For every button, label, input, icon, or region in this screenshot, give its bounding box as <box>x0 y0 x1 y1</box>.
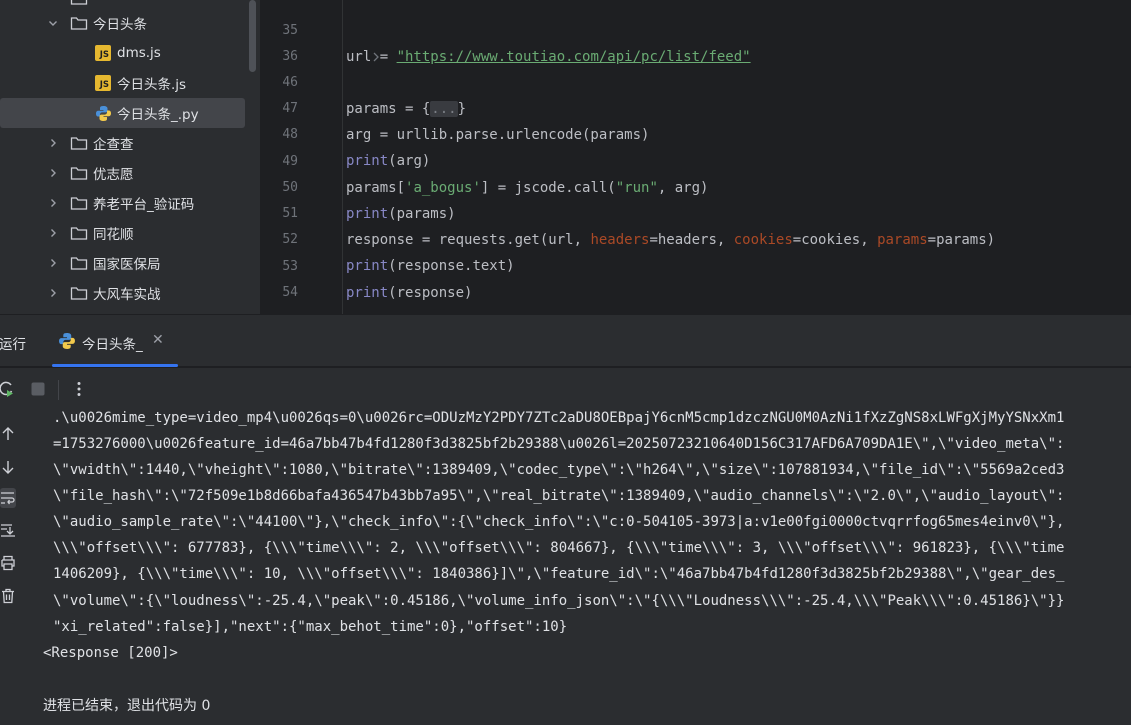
active-tab-indicator <box>52 364 178 367</box>
chevron-down-icon[interactable] <box>45 15 61 31</box>
js-badge: JS <box>95 45 111 61</box>
arrow-down-icon[interactable] <box>0 457 16 477</box>
tree-item-folder[interactable]: 同花顺 <box>0 218 245 248</box>
console-line: \\\"offset\\\": 677783}, {\\\"time\\\": … <box>53 540 1065 556</box>
javascript-file-icon: JS <box>94 75 112 91</box>
console-line: "xi_related":false}],"next":{"max_behot_… <box>53 619 568 635</box>
tree-item-label: 今日头条_.py <box>117 107 199 123</box>
tree-item-label: 国家医保局 <box>93 257 161 273</box>
tree-item-label: 今日头条 <box>93 17 147 33</box>
rerun-icon[interactable] <box>0 379 16 399</box>
folder-icon <box>70 135 88 151</box>
tree-item-file[interactable]: JS 今日头条.js <box>0 68 245 98</box>
arrow-up-icon[interactable] <box>0 424 16 444</box>
console-line: =1753276000\u0026feature_id=46a7bb47b4fd… <box>53 436 1065 452</box>
tree-item-label: 优志愿 <box>93 167 134 183</box>
tree-scrollbar[interactable] <box>249 0 256 72</box>
chevron-right-icon[interactable] <box>45 135 61 151</box>
code-line[interactable]: 53 print(response) <box>260 228 1131 301</box>
code-line[interactable]: 48 print(arg) <box>260 96 1131 169</box>
tree-item-label: 大风车实战 <box>93 287 161 303</box>
code-line[interactable]: 35 url = "https://www.toutiao.com/api/pc… <box>260 0 1131 65</box>
code-line[interactable]: 54 <box>260 254 1131 300</box>
code-line[interactable]: 51 response = requests.get(url, headers=… <box>260 175 1131 248</box>
folder-icon <box>70 285 88 301</box>
code-editor[interactable]: 35 url = "https://www.toutiao.com/api/pc… <box>260 0 1131 314</box>
code-line[interactable]: 49 params['a_bogus'] = jscode.call("run"… <box>260 123 1131 196</box>
tree-item-file-selected[interactable]: 今日头条_.py <box>0 98 245 128</box>
js-badge: JS <box>95 75 111 91</box>
javascript-file-icon: JS <box>94 45 112 61</box>
console-line: <Response [200]> <box>43 645 178 661</box>
tree-item-label: dms.js <box>117 45 161 61</box>
console-line: 1406209}, {\\\"time\\\": 10, \\\"offset\… <box>53 566 1065 582</box>
chevron-right-icon[interactable] <box>45 255 61 271</box>
toolbar-separator <box>58 380 59 400</box>
python-file-icon <box>94 105 112 121</box>
console-line: \"audio_sample_rate\":\"44100\"},\"check… <box>53 514 1065 530</box>
code-line[interactable]: 52 print(response.text) <box>260 201 1131 274</box>
run-tab-label: 今日头条_ <box>82 337 143 353</box>
run-side-toolbar <box>0 410 20 725</box>
process-exit-message: 进程已结束，退出代码为 0 <box>43 698 211 714</box>
tree-item-folder[interactable]: 国家医保局 <box>0 248 245 278</box>
scroll-to-end-icon[interactable] <box>0 520 16 540</box>
code-line[interactable]: 36 params = {...} <box>260 18 1131 117</box>
tree-item-folder[interactable]: 大风车实战 <box>0 278 245 308</box>
line-number: 54 <box>282 285 298 300</box>
print-icon[interactable] <box>0 553 16 573</box>
run-tab[interactable]: 今日头条_ ✕ <box>50 315 178 367</box>
close-icon[interactable]: ✕ <box>152 332 166 348</box>
folder-icon <box>70 255 88 271</box>
stop-icon[interactable] <box>28 379 48 399</box>
run-toolbar <box>0 368 1131 410</box>
code-text: print(response) <box>346 285 473 301</box>
tree-item-file[interactable]: JS dms.js <box>0 38 245 68</box>
console-line: \"file_hash\":\"72f509e1b8d66bafa436547b… <box>53 488 1065 504</box>
tree-item-label: 养老平台_验证码 <box>93 197 195 213</box>
tree-item-folder[interactable]: 今日头条 <box>0 8 245 38</box>
folder-icon <box>70 165 88 181</box>
folder-icon <box>70 225 88 241</box>
console-line: \"vwidth\":1440,\"vheight\":1080,\"bitra… <box>53 462 1065 478</box>
trash-icon[interactable] <box>0 586 16 606</box>
code-line[interactable]: 46 <box>260 44 1131 90</box>
tree-item-label: 同花顺 <box>93 227 134 243</box>
chevron-right-icon[interactable] <box>45 285 61 301</box>
soft-wrap-icon[interactable] <box>0 488 16 508</box>
tree-item-folder[interactable]: 优志愿 <box>0 158 245 188</box>
python-file-icon <box>58 332 76 350</box>
tree-item-folder[interactable]: 企查查 <box>0 128 245 158</box>
tree-item-label: 今日头条.js <box>117 77 187 93</box>
tree-item-folder[interactable]: 养老平台_验证码 <box>0 188 245 218</box>
project-tree: 今日头条 JS dms.js JS 今日头条.js 今日头条_.py 企查查 优… <box>0 0 260 314</box>
chevron-right-icon[interactable] <box>45 165 61 181</box>
console-output[interactable]: .\u0026mime_type=video_mp4\u0026qs=0\u00… <box>20 410 1131 725</box>
run-panel-title: 运行 <box>0 337 26 353</box>
more-options-icon[interactable] <box>69 379 89 399</box>
console-line: \"volume\":{\"loudness\":-25.4,\"peak\":… <box>53 593 1065 609</box>
console-line: .\u0026mime_type=video_mp4\u0026qs=0\u00… <box>53 410 1065 426</box>
code-line[interactable]: 50 print(params) <box>260 149 1131 222</box>
chevron-right-icon[interactable] <box>45 225 61 241</box>
code-line[interactable]: 47 arg = urllib.parse.urlencode(params) <box>260 70 1131 143</box>
chevron-right-icon[interactable] <box>45 195 61 211</box>
run-panel-header: 运行 今日头条_ ✕ <box>0 315 1131 367</box>
folder-icon <box>70 195 88 211</box>
tree-item-label: 企查查 <box>93 137 134 153</box>
folder-icon <box>70 0 88 10</box>
folder-icon <box>70 15 88 31</box>
